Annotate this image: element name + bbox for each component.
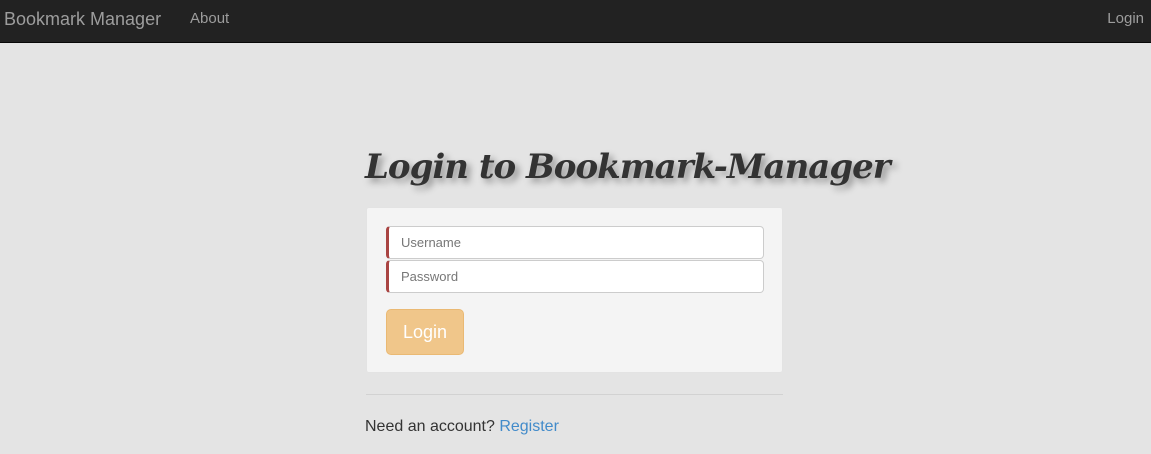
top-navbar: Bookmark Manager About Login xyxy=(0,0,1151,43)
brand-link[interactable]: Bookmark Manager xyxy=(4,9,161,29)
login-button[interactable]: Login xyxy=(386,309,464,355)
divider xyxy=(366,394,783,395)
page-title: Login to Bookmark-Manager xyxy=(365,147,891,187)
register-link[interactable]: Register xyxy=(499,418,559,435)
nav-item-about[interactable]: About xyxy=(190,10,229,28)
register-prompt: Need an account? Register xyxy=(365,417,559,437)
password-input[interactable] xyxy=(386,260,764,293)
username-input[interactable] xyxy=(386,226,764,259)
nav-item-login[interactable]: Login xyxy=(1107,10,1144,28)
register-prompt-text: Need an account? xyxy=(365,418,495,435)
login-form: Login xyxy=(366,207,783,373)
